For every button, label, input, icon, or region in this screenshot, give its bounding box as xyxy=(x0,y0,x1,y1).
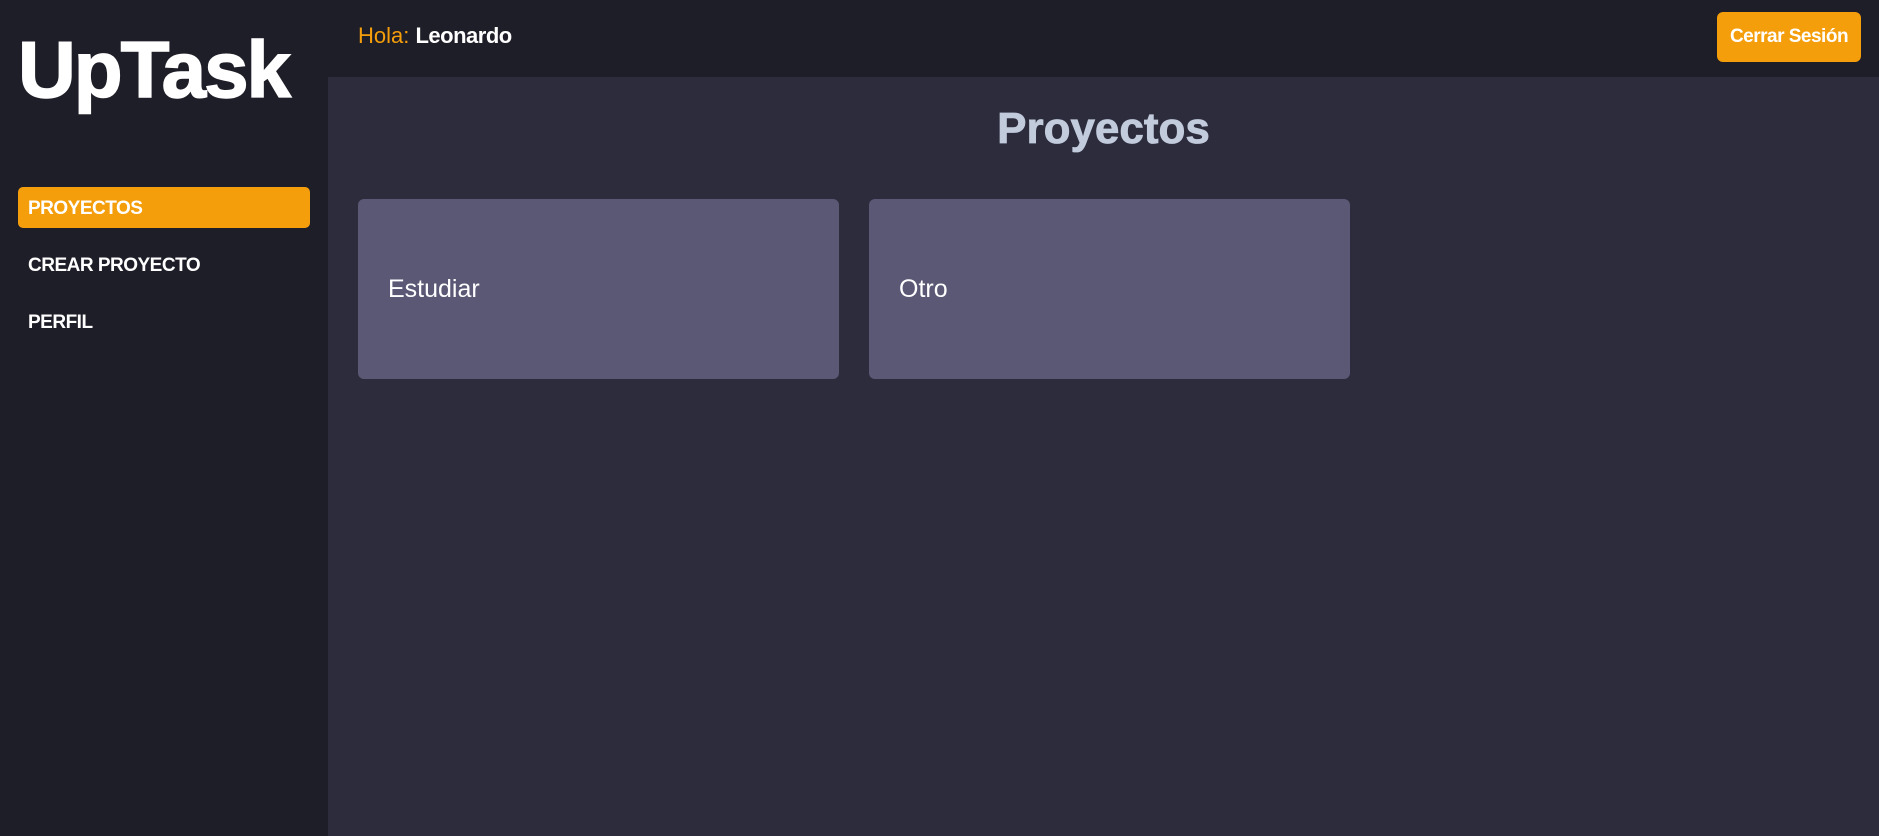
project-card-otro[interactable]: Otro xyxy=(869,199,1350,379)
logout-button[interactable]: Cerrar Sesión xyxy=(1717,11,1861,62)
project-name: Otro xyxy=(899,274,948,303)
sidebar-item-crear-proyecto[interactable]: CREAR PROYECTO xyxy=(18,244,310,285)
sidebar-item-perfil[interactable]: PERFIL xyxy=(18,301,310,342)
user-name: Leonardo xyxy=(415,22,512,48)
greeting-label: Hola: xyxy=(358,22,410,48)
sidebar-nav: PROYECTOS CREAR PROYECTO PERFIL xyxy=(18,187,310,358)
sidebar: UpTask PROYECTOS CREAR PROYECTO PERFIL xyxy=(0,0,328,836)
app-logo: UpTask xyxy=(17,25,292,114)
project-card-estudiar[interactable]: Estudiar xyxy=(358,199,839,379)
main-content: Proyectos Estudiar Otro xyxy=(328,77,1879,836)
top-bar: Hola: Leonardo Cerrar Sesión xyxy=(328,0,1879,77)
sidebar-item-proyectos[interactable]: PROYECTOS xyxy=(18,187,310,228)
page-title: Proyectos xyxy=(997,104,1211,153)
main-area: Hola: Leonardo Cerrar Sesión Proyectos E… xyxy=(328,0,1879,836)
user-greeting: Hola: Leonardo xyxy=(358,22,512,48)
project-name: Estudiar xyxy=(388,274,480,303)
app-container: UpTask PROYECTOS CREAR PROYECTO PERFIL H… xyxy=(0,0,1879,836)
projects-grid: Estudiar Otro xyxy=(358,199,1849,379)
